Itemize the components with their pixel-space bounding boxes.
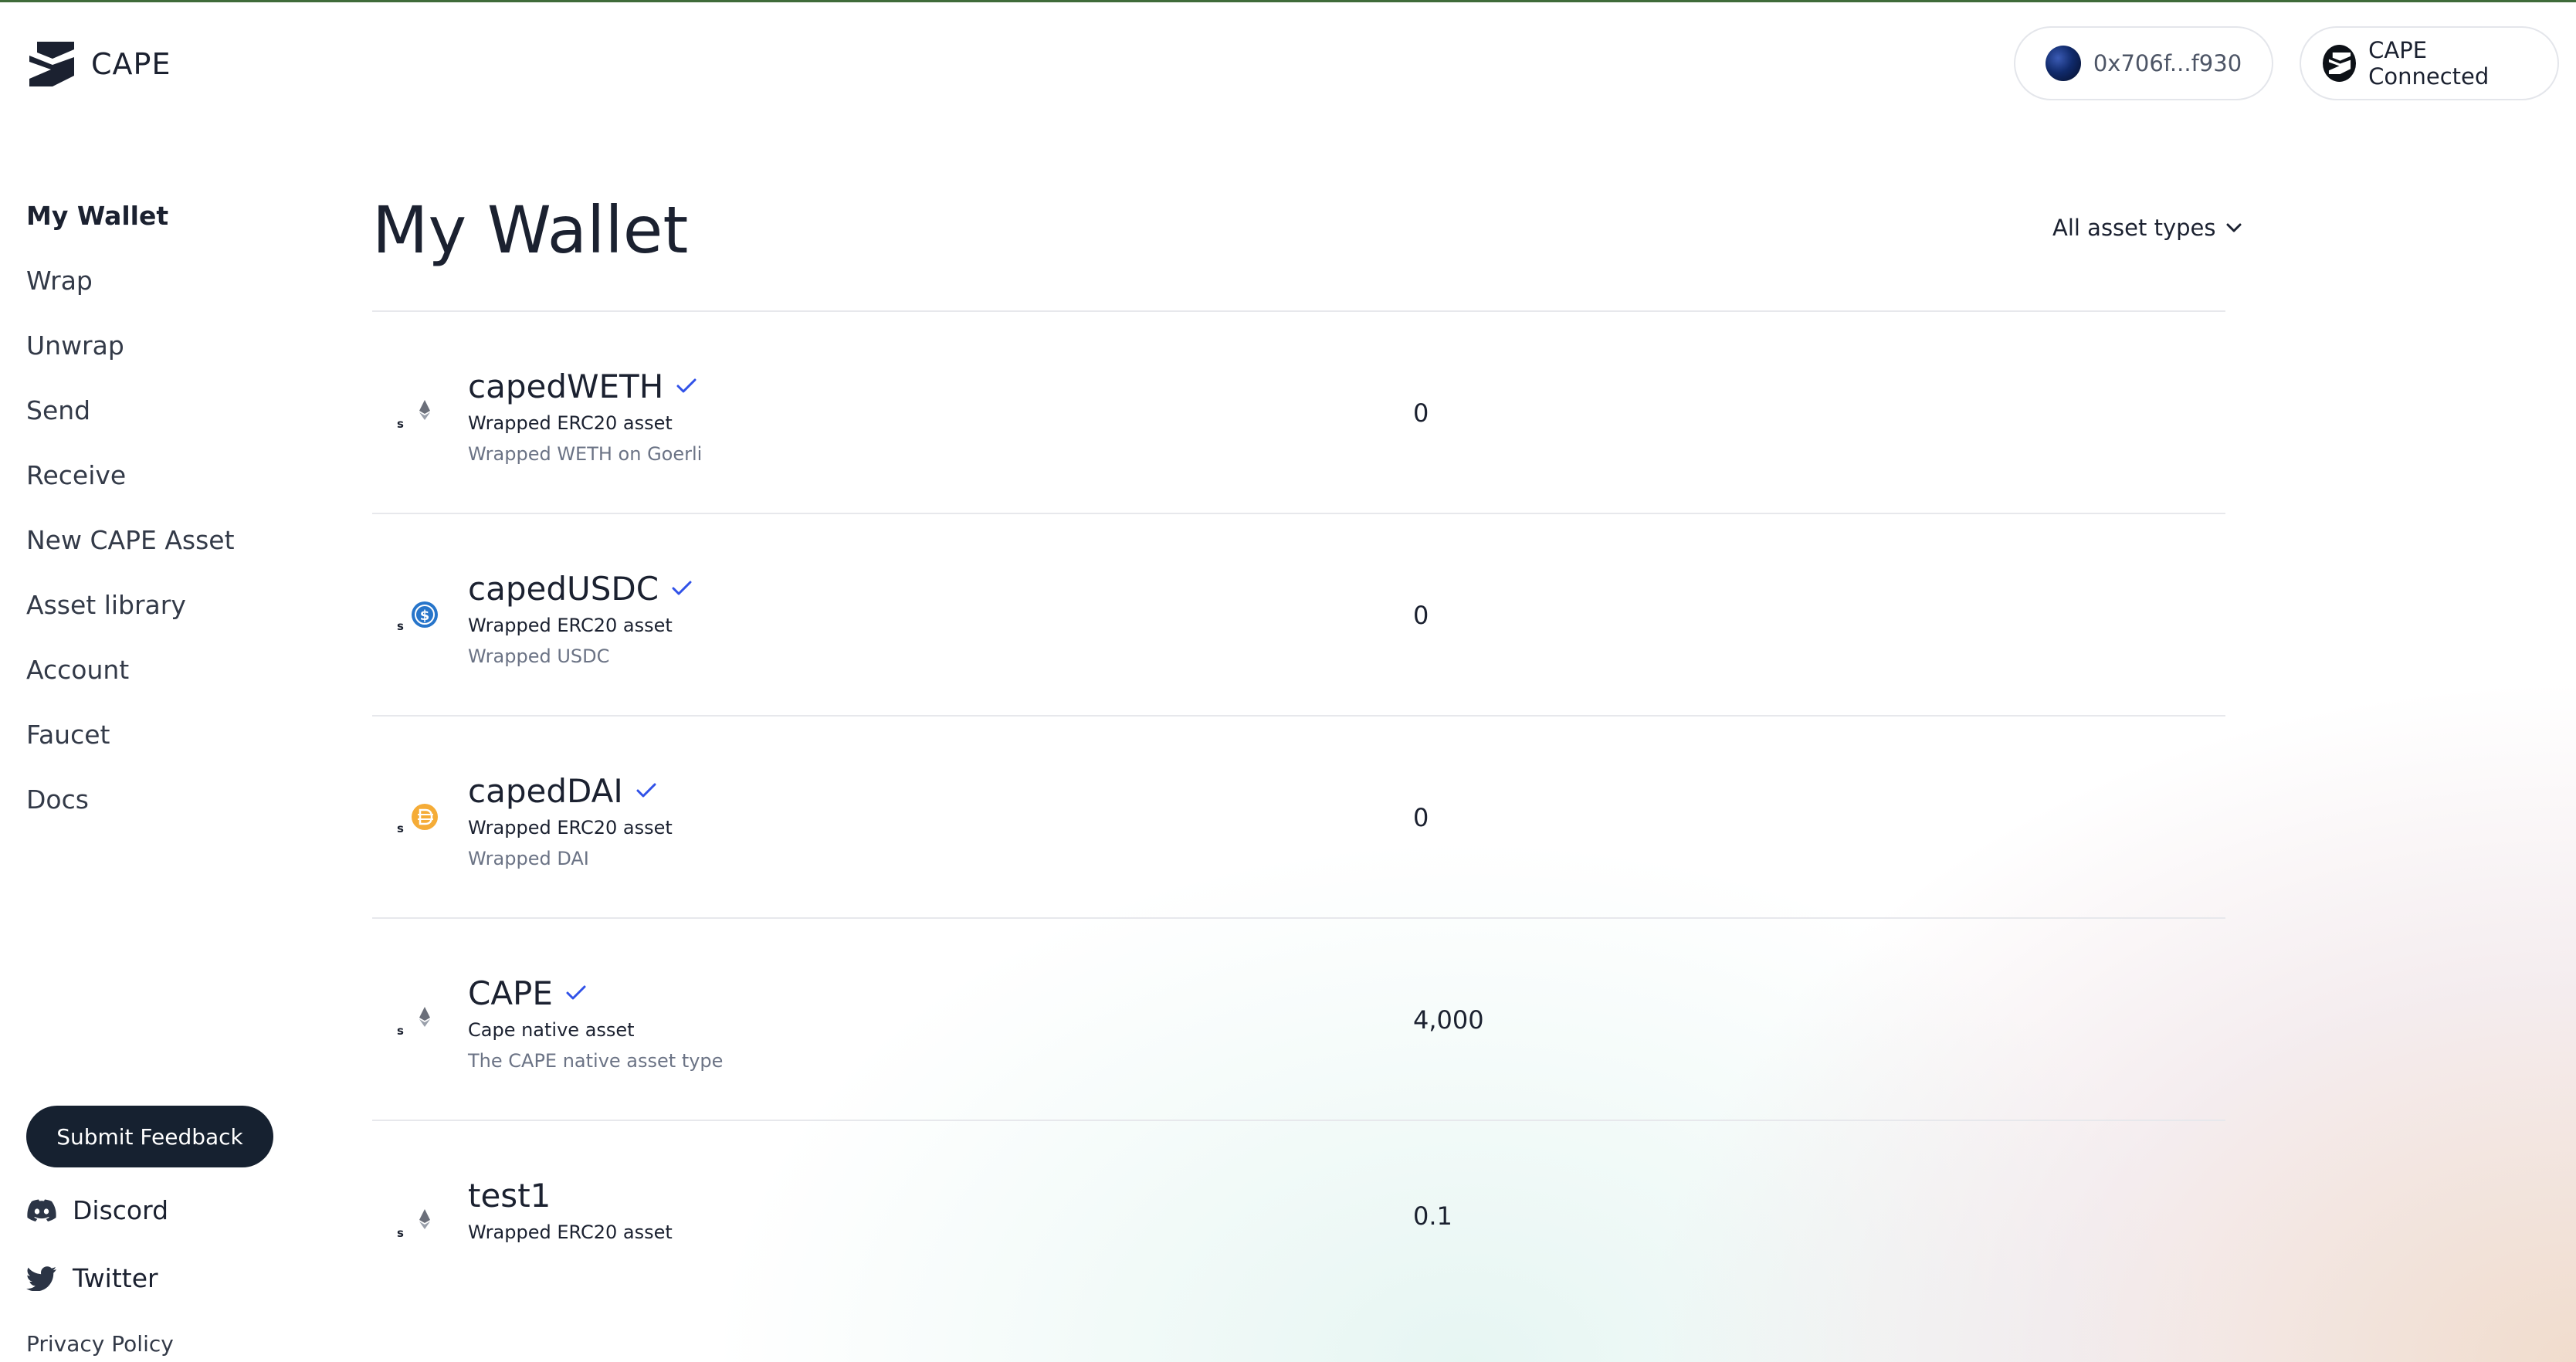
sidebar-item-faucet[interactable]: Faucet xyxy=(26,717,235,781)
verified-check-icon xyxy=(636,783,656,798)
verified-check-icon xyxy=(672,581,692,595)
asset-type: Wrapped ERC20 asset xyxy=(468,412,673,434)
asset-balance: 0 xyxy=(1413,398,1429,428)
dai-icon: s xyxy=(397,804,438,835)
page-title: My Wallet xyxy=(372,192,689,268)
eth-icon: s xyxy=(397,1007,430,1038)
cape-connected-button[interactable]: CAPE Connected xyxy=(2300,26,2559,100)
asset-type: Wrapped ERC20 asset xyxy=(468,817,673,839)
sidebar-item-wrap[interactable]: Wrap xyxy=(26,263,235,327)
usdc-icon: s $ xyxy=(397,601,438,633)
submit-feedback-button[interactable]: Submit Feedback xyxy=(26,1106,273,1167)
asset-name: capedUSDC xyxy=(468,569,659,608)
sidebar-item-new-cape-asset[interactable]: New CAPE Asset xyxy=(26,522,235,587)
connection-status: CAPE Connected xyxy=(2368,37,2490,90)
asset-description: Wrapped WETH on Goerli xyxy=(468,443,703,465)
cape-logo-icon xyxy=(29,42,74,86)
asset-type: Wrapped ERC20 asset xyxy=(468,615,673,636)
app-name: CAPE xyxy=(91,47,171,81)
asset-type: Wrapped ERC20 asset xyxy=(468,1221,673,1243)
wallet-avatar xyxy=(2045,46,2081,81)
asset-row-test1[interactable]: s test1 Wrapped ERC20 asset 0.1 xyxy=(372,1120,2225,1322)
asset-type-filter-label: All asset types xyxy=(2052,215,2216,241)
asset-balance: 0 xyxy=(1413,803,1429,832)
wallet-address-button[interactable]: 0x706f...f930 xyxy=(2014,26,2273,100)
asset-name: capedDAI xyxy=(468,771,623,810)
sidebar-item-send[interactable]: Send xyxy=(26,392,235,457)
asset-row-caped-dai[interactable]: s capedDAI Wrapped ERC20 asset Wrapped D… xyxy=(372,715,2225,917)
twitter-icon xyxy=(26,1265,56,1291)
asset-row-capedweth[interactable]: s capedWETH Wrapped ERC20 asset Wrapped … xyxy=(372,310,2225,513)
verified-check-icon xyxy=(676,378,697,393)
svg-text:s: s xyxy=(397,619,404,633)
twitter-label: Twitter xyxy=(73,1263,158,1293)
sidebar-item-my-wallet[interactable]: My Wallet xyxy=(26,198,235,263)
svg-text:s: s xyxy=(397,417,404,431)
app-logo[interactable]: CAPE xyxy=(26,39,171,90)
chevron-down-icon xyxy=(2226,223,2242,232)
discord-link[interactable]: Discord xyxy=(26,1195,168,1225)
svg-text:s: s xyxy=(397,822,404,835)
asset-description: The CAPE native asset type xyxy=(468,1050,724,1072)
asset-description: Wrapped USDC xyxy=(468,645,610,667)
wallet-address: 0x706f...f930 xyxy=(2093,50,2242,76)
svg-text:s: s xyxy=(397,1226,404,1240)
asset-row-cape[interactable]: s CAPE Cape native asset The CAPE native… xyxy=(372,917,2225,1120)
asset-type: Cape native asset xyxy=(468,1019,635,1041)
verified-check-icon xyxy=(566,985,586,1000)
eth-icon: s xyxy=(397,1209,430,1240)
svg-text:s: s xyxy=(397,1024,404,1038)
sidebar-item-receive[interactable]: Receive xyxy=(26,457,235,522)
sidebar-item-docs[interactable]: Docs xyxy=(26,781,235,846)
asset-list: s capedWETH Wrapped ERC20 asset Wrapped … xyxy=(372,310,2225,1322)
asset-name: test1 xyxy=(468,1176,551,1215)
asset-name: capedWETH xyxy=(468,367,664,405)
twitter-link[interactable]: Twitter xyxy=(26,1263,158,1293)
eth-icon: s xyxy=(397,400,430,431)
asset-balance: 4,000 xyxy=(1413,1005,1484,1035)
asset-balance: 0.1 xyxy=(1413,1201,1452,1231)
asset-balance: 0 xyxy=(1413,601,1429,630)
asset-description: Wrapped DAI xyxy=(468,848,589,869)
cape-badge-icon xyxy=(2323,45,2357,82)
sidebar-item-asset-library[interactable]: Asset library xyxy=(26,587,235,652)
sidebar-nav: My Wallet Wrap Unwrap Send Receive New C… xyxy=(26,198,235,846)
asset-name: CAPE xyxy=(468,974,553,1012)
discord-label: Discord xyxy=(73,1195,169,1225)
svg-text:$: $ xyxy=(420,608,430,624)
sidebar-item-account[interactable]: Account xyxy=(26,652,235,717)
asset-type-filter[interactable]: All asset types xyxy=(2052,215,2242,241)
asset-row-capedusdc[interactable]: s $ capedUSDC Wrapped ERC20 asset Wrappe… xyxy=(372,513,2225,715)
top-accent-line xyxy=(0,0,2576,2)
discord-icon xyxy=(27,1199,56,1221)
privacy-policy-link[interactable]: Privacy Policy xyxy=(26,1331,174,1357)
sidebar-item-unwrap[interactable]: Unwrap xyxy=(26,327,235,392)
